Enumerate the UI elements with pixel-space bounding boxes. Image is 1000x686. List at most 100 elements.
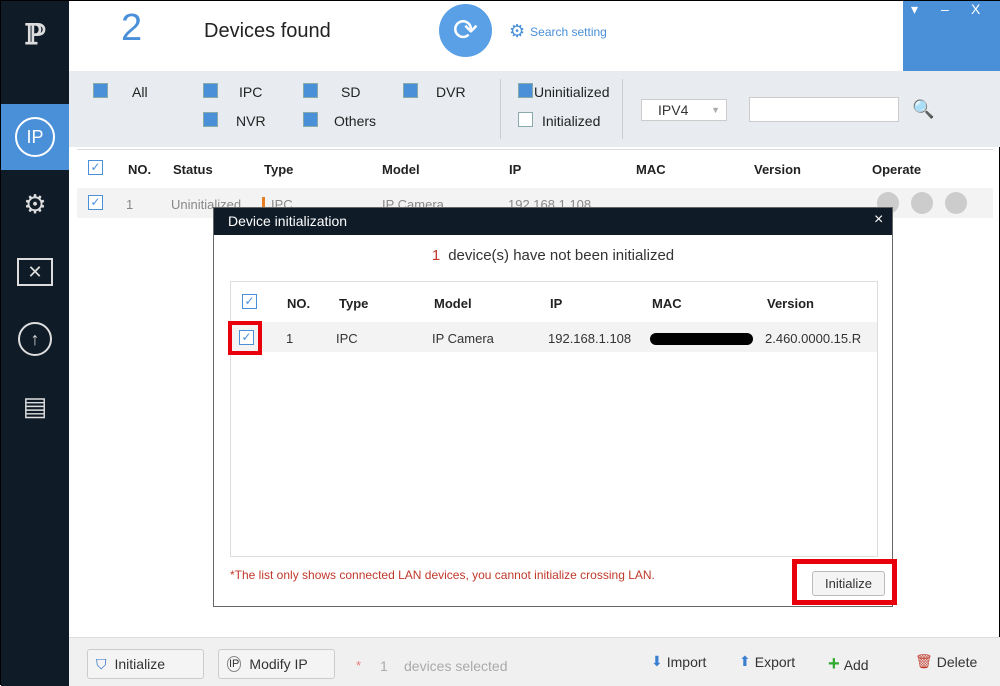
sidebar-item-ip[interactable]: IP (1, 104, 69, 170)
details-icon[interactable] (911, 192, 933, 214)
column-header: NO. (128, 162, 152, 177)
add-button[interactable]: + Add (828, 653, 869, 676)
row-no: 1 (126, 197, 134, 212)
select-all-checkbox[interactable]: ✓ (242, 294, 257, 309)
button-label: Delete (936, 653, 978, 670)
table-row[interactable]: ✓ 1 IPC IP Camera 192.168.1.108 2.460.00… (228, 321, 877, 355)
column-header: Model (382, 162, 420, 177)
import-icon: ⬇ (651, 653, 663, 669)
message-text: device(s) have not been initialized (448, 247, 675, 264)
export-button[interactable]: ⬆ Export (739, 653, 795, 670)
minimize-button[interactable]: – (941, 1, 949, 17)
row-version: 2.460.0000.15.R (765, 331, 862, 346)
device-count: 2 (121, 7, 143, 49)
column-header: Model (434, 296, 472, 311)
column-header: Version (754, 162, 801, 177)
ip-version-select[interactable]: IPV4 ▼ (641, 99, 727, 121)
row-checkbox[interactable]: ✓ (239, 330, 254, 345)
button-label: Initialize (114, 656, 166, 672)
button-label: Initialize (825, 576, 872, 591)
button-label: Add (843, 656, 869, 673)
sidebar: ℙ IP ⚙ ✕ ↑ ▤ (1, 1, 69, 686)
initialized-label: Initialized (542, 113, 601, 129)
uninitialized-label: Uninitialized (534, 84, 610, 100)
ip-icon: IP (15, 117, 55, 157)
select-all-checkbox[interactable]: ✓ (88, 160, 103, 175)
button-label: Import (666, 653, 707, 670)
camera-settings-icon: ⚙ (23, 188, 47, 219)
dialog-close-button[interactable]: × (874, 211, 883, 229)
dialog-initialize-button[interactable]: Initialize (812, 571, 885, 596)
selected-label: devices selected (404, 658, 508, 674)
refresh-button[interactable]: ⟳ (439, 4, 492, 57)
sd-label: SD (341, 84, 361, 100)
sidebar-item-camera-settings[interactable]: ⚙ (1, 171, 69, 237)
initialize-button[interactable]: ⛉ Initialize (87, 649, 204, 679)
search-input[interactable] (749, 97, 899, 122)
ipc-checkbox[interactable] (203, 83, 218, 98)
nvr-label: NVR (236, 113, 266, 129)
column-header: IP (509, 162, 522, 177)
search-icon[interactable]: 🔍 (912, 99, 934, 120)
dialog-message: 1 device(s) have not been initialized (214, 247, 892, 264)
dvr-label: DVR (436, 84, 466, 100)
close-button[interactable]: X (971, 1, 980, 17)
modify-ip-icon: IP (227, 656, 242, 672)
import-button[interactable]: ⬇ Import (651, 653, 706, 670)
row-no: 1 (286, 331, 294, 346)
all-checkbox[interactable] (93, 83, 108, 98)
column-header: Operate (872, 162, 922, 177)
document-list-icon: ▤ (22, 390, 48, 421)
search-setting-link[interactable]: ⚙ Search setting (509, 21, 607, 42)
row-ip: 192.168.1.108 (548, 331, 632, 346)
sidebar-item-tools[interactable]: ✕ (1, 239, 69, 305)
divider (500, 79, 501, 139)
nvr-checkbox[interactable] (203, 112, 218, 127)
others-checkbox[interactable] (303, 112, 318, 127)
device-initialization-dialog: Device initialization × 1 device(s) have … (213, 207, 897, 607)
selected-count: 1 (380, 658, 388, 674)
page-title: Devices found (204, 20, 331, 42)
dropdown-button[interactable]: ▾ (911, 1, 918, 18)
row-model: IP Camera (432, 331, 494, 346)
column-header: NO. (287, 296, 311, 311)
sidebar-item-upgrade[interactable]: ↑ (1, 306, 69, 372)
modify-ip-button[interactable]: IP Modify IP (218, 649, 335, 679)
dvr-checkbox[interactable] (403, 83, 418, 98)
column-header: Type (264, 162, 294, 177)
lan-note: *The list only shows connected LAN devic… (230, 568, 655, 582)
filter-bar: All IPC SD DVR NVR Others Uninitialized … (69, 71, 1000, 147)
ipc-label: IPC (239, 84, 263, 100)
column-header: IP (550, 296, 563, 311)
dialog-device-list: ✓ NO. Type Model IP MAC Version ✓ 1 IPC … (228, 281, 878, 557)
column-header: MAC (652, 296, 682, 311)
column-header: Status (173, 162, 213, 177)
gear-icon: ⚙ (509, 21, 526, 41)
refresh-icon: ⟳ (452, 14, 479, 47)
button-label: Export (754, 653, 796, 670)
uninitialized-checkbox[interactable] (518, 83, 533, 98)
device-table-header: ✓ NO. Status Type Model IP MAC Version O… (77, 149, 993, 187)
chevron-down-icon: ▼ (711, 105, 720, 115)
sd-checkbox[interactable] (303, 83, 318, 98)
tools-icon: ✕ (17, 258, 53, 286)
all-label: All (132, 84, 148, 100)
web-icon[interactable] (945, 192, 967, 214)
column-header: Type (339, 296, 369, 311)
sidebar-item-documents[interactable]: ▤ (1, 373, 69, 439)
delete-button[interactable]: 🗑 Delete (915, 653, 977, 670)
uninitialized-count: 1 (431, 247, 441, 264)
divider (622, 79, 623, 139)
row-checkbox[interactable]: ✓ (88, 195, 103, 210)
required-star: * (356, 658, 362, 673)
window-controls: ▾ – X (903, 1, 1000, 71)
column-header: Version (767, 296, 814, 311)
others-label: Others (334, 113, 377, 129)
app-logo: ℙ (24, 17, 46, 51)
column-header: MAC (636, 162, 666, 177)
shield-icon: ⛉ (96, 655, 107, 672)
initialized-checkbox[interactable] (518, 112, 533, 127)
plus-icon: + (828, 653, 840, 675)
row-type: IPC (336, 331, 358, 346)
dialog-titlebar: Device initialization × (214, 208, 892, 235)
